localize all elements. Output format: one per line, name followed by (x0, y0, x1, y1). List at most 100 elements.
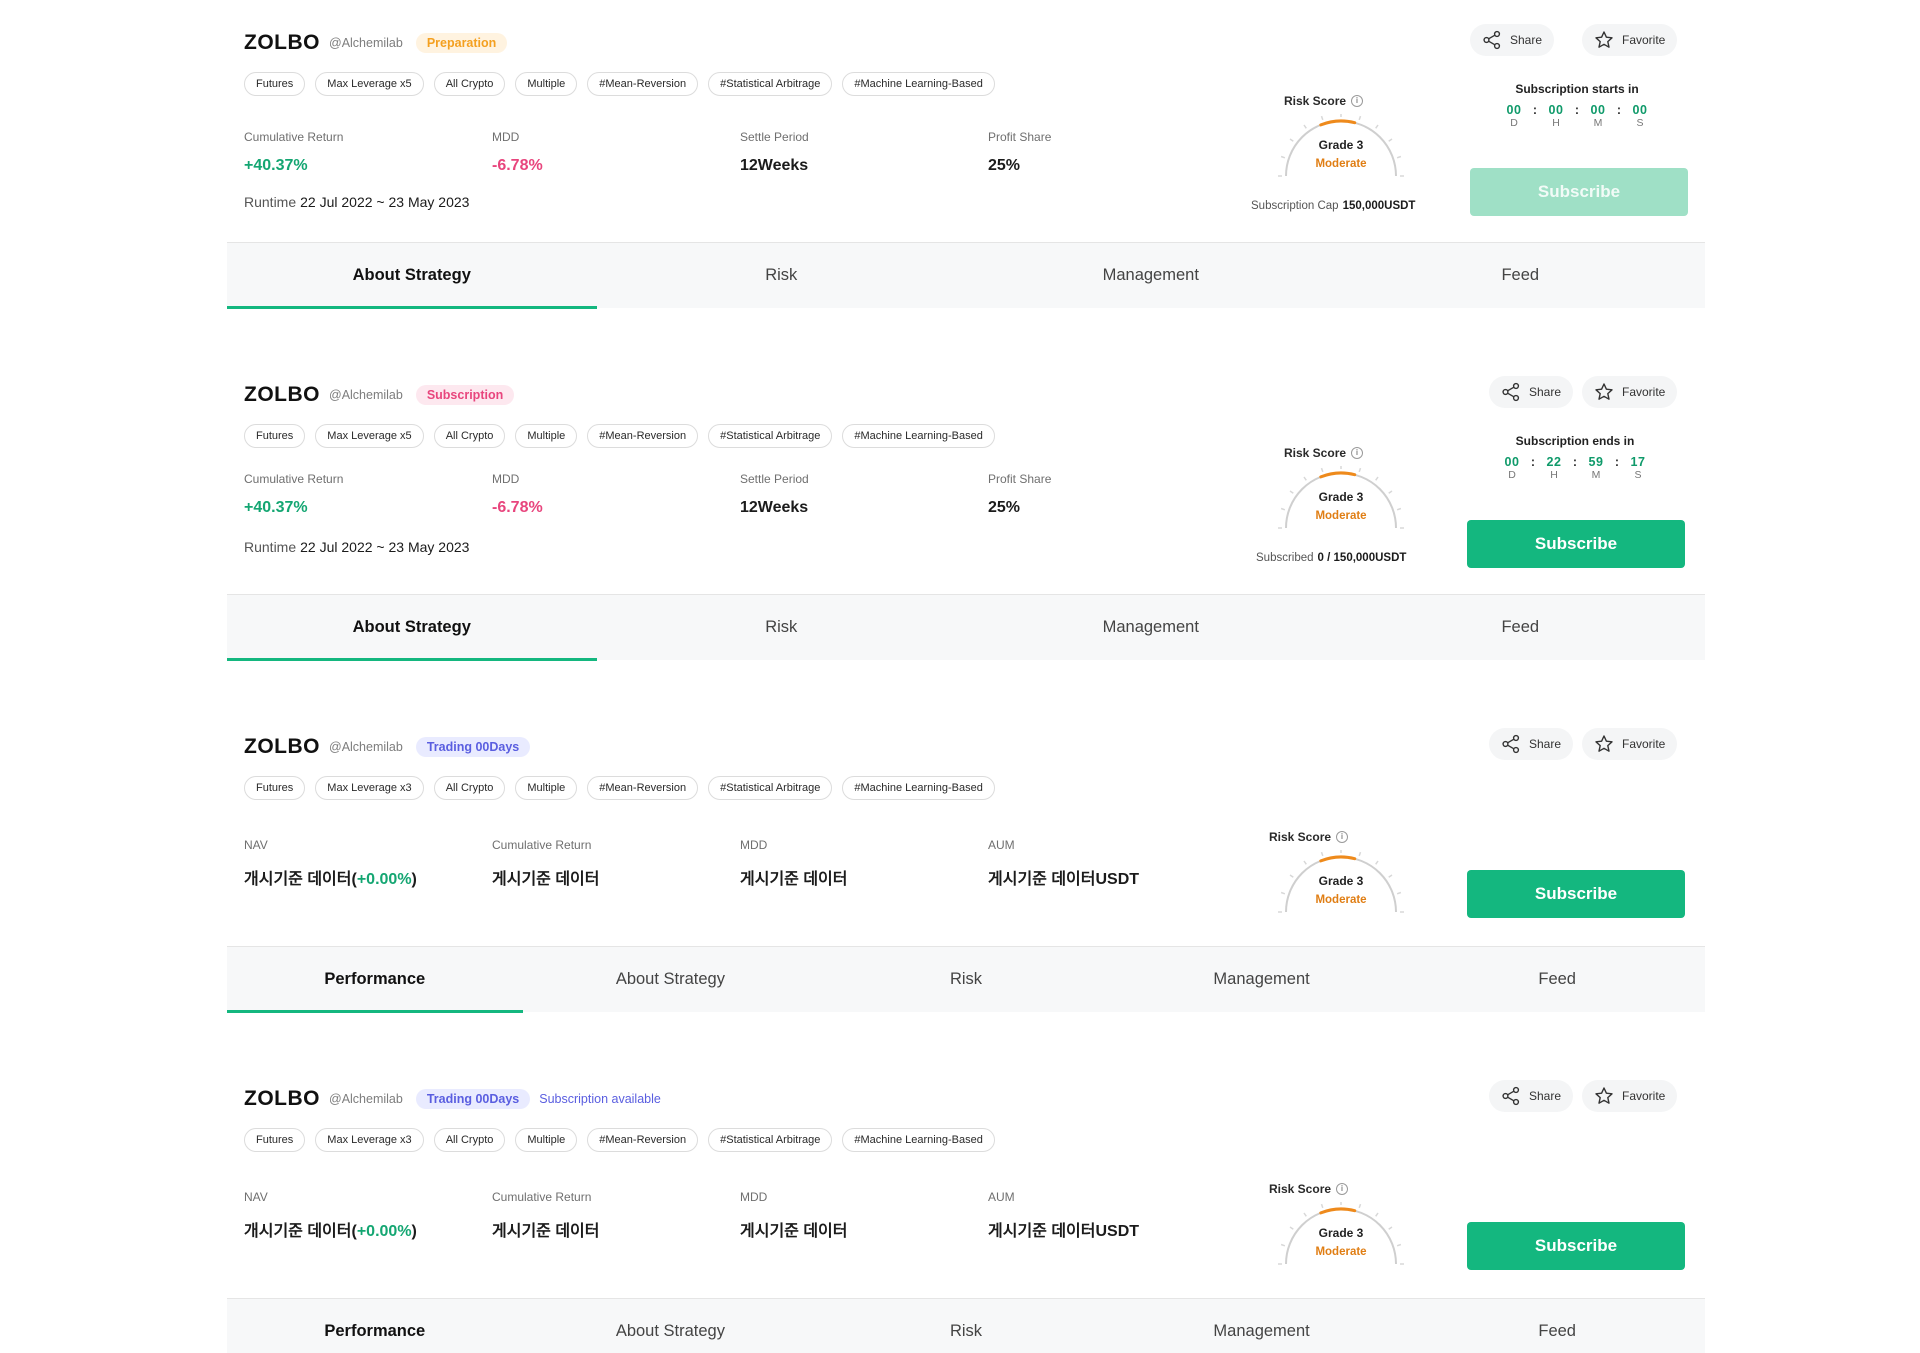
share-button[interactable]: Share (1489, 728, 1574, 760)
countdown-separator: : (1532, 103, 1538, 117)
tag-chip: Futures (244, 72, 306, 96)
metric-value: -6.78% (492, 499, 543, 517)
countdown-unit: 00 D (1499, 455, 1525, 481)
metric-value-text: 개시기준 데이터( (244, 1223, 357, 1240)
tag-chip: #Mean-Reversion (587, 1128, 699, 1152)
strategy-card: ZOLBO @Alchemilab Trading 00Days Subscripti… (0, 1056, 1920, 1353)
tab-risk[interactable]: Risk (818, 947, 1114, 1012)
countdown-number: 59 (1588, 455, 1604, 469)
strategy-card: ZOLBO @Alchemilab Subscription Futures Max L… (0, 352, 1920, 692)
metric-settle-period: Settle Period 12Weeks (740, 472, 809, 517)
metric-mdd: MDD 게시기준 데이터 (740, 1190, 848, 1241)
metric-value-text: 게시기준 데이터 (740, 1223, 848, 1240)
strategy-name: ZOLBO (244, 735, 320, 758)
tag-chip: All Crypto (433, 1128, 506, 1152)
countdown-unit: 00 H (1543, 103, 1569, 129)
tab-performance[interactable]: Performance (227, 947, 523, 1013)
tag-chip: Futures (244, 776, 306, 800)
tag-chip: #Machine Learning-Based (842, 776, 995, 800)
metric-value-text: +40.37% (244, 499, 308, 516)
author-handle[interactable]: @Alchemilab (329, 740, 403, 754)
tab-about-strategy[interactable]: About Strategy (523, 947, 819, 1012)
metric-value: 개시기준 데이터(+0.00%) (244, 1217, 417, 1241)
tab-about-strategy[interactable]: About Strategy (227, 243, 597, 309)
tab-management[interactable]: Management (966, 243, 1336, 308)
info-icon[interactable]: i (1351, 447, 1364, 459)
tag-chip: Multiple (515, 72, 578, 96)
countdown-unit-label: D (1510, 117, 1518, 129)
subscribe-button[interactable]: Subscribe (1467, 520, 1685, 568)
status-badge: Trading 00Days (415, 737, 531, 757)
countdown-row: 00 D:00 H:00 M:00 S (1467, 103, 1687, 129)
tab-performance[interactable]: Performance (227, 1299, 523, 1353)
favorite-button[interactable]: Favorite (1582, 728, 1678, 760)
card-header: ZOLBO @Alchemilab Preparation (244, 30, 508, 56)
favorite-button[interactable]: Favorite (1582, 1080, 1678, 1112)
metric-cumulative-return: Cumulative Return +40.37% (244, 472, 343, 517)
strategy-name: ZOLBO (244, 31, 320, 54)
runtime-label: Runtime (244, 539, 297, 555)
tag-chip: #Mean-Reversion (587, 72, 699, 96)
metric-value: +40.37% (244, 499, 343, 517)
metric-value-text: 게시기준 데이터 (492, 1223, 600, 1240)
favorite-button[interactable]: Favorite (1582, 24, 1678, 56)
countdown-number: 00 (1506, 103, 1522, 117)
tab-management[interactable]: Management (966, 595, 1336, 660)
author-handle[interactable]: @Alchemilab (329, 36, 403, 50)
tag-chip: Futures (244, 424, 306, 448)
tab-risk[interactable]: Risk (597, 243, 967, 308)
share-button[interactable]: Share (1489, 376, 1574, 408)
tag-chip: All Crypto (433, 776, 506, 800)
tag-chip: Max Leverage x3 (315, 776, 424, 800)
tab-management[interactable]: Management (1114, 947, 1410, 1012)
metric-label: Profit Share (988, 130, 1052, 144)
strategy-name: ZOLBO (244, 383, 320, 406)
info-icon[interactable]: i (1351, 95, 1364, 107)
tab-feed[interactable]: Feed (1336, 243, 1706, 308)
share-button[interactable]: Share (1489, 1080, 1574, 1112)
tab-risk[interactable]: Risk (818, 1299, 1114, 1353)
metric-label: Cumulative Return (492, 838, 592, 852)
share-button[interactable]: Share (1470, 24, 1555, 56)
metric-value-tail: ) (411, 1223, 417, 1240)
risk-gauge: Grade 3 Moderate (1278, 466, 1404, 536)
tag-chip: Max Leverage x5 (315, 72, 424, 96)
favorite-label: Favorite (1622, 385, 1666, 399)
tab-feed[interactable]: Feed (1409, 947, 1705, 1012)
metric-nav: NAV 개시기준 데이터(+0.00%) (244, 1190, 417, 1241)
metric-value: 게시기준 데이터USDT (988, 865, 1139, 889)
author-handle[interactable]: @Alchemilab (329, 388, 403, 402)
favorite-button[interactable]: Favorite (1582, 376, 1678, 408)
countdown-row: 00 D:22 H:59 M:17 S (1465, 455, 1685, 481)
tab-risk[interactable]: Risk (597, 595, 967, 660)
author-handle[interactable]: @Alchemilab (329, 1092, 403, 1106)
tab-feed[interactable]: Feed (1336, 595, 1706, 660)
metric-value-change: +0.00% (356, 1223, 412, 1240)
share-label: Share (1529, 385, 1562, 399)
tab-about-strategy[interactable]: About Strategy (227, 595, 597, 661)
countdown-separator: : (1614, 455, 1620, 469)
subscription-cap: Subscribed 0 / 150,000USDT (1256, 552, 1406, 564)
risk-level: Moderate (1315, 158, 1367, 170)
risk-score-title: Risk Score i (1284, 446, 1364, 460)
risk-grade: Grade 3 (1318, 138, 1364, 152)
risk-score-label: Risk Score (1284, 446, 1347, 460)
tab-management[interactable]: Management (1114, 1299, 1410, 1353)
subscribe-button[interactable]: Subscribe (1467, 870, 1685, 918)
metric-value: 게시기준 데이터 (740, 865, 848, 889)
metric-settle-period: Settle Period 12Weeks (740, 130, 809, 175)
risk-gauge: Grade 3 Moderate (1278, 850, 1404, 920)
strategy-card: ZOLBO @Alchemilab Trading 00Days Futures Max… (0, 704, 1920, 1044)
tag-chip: Multiple (515, 424, 578, 448)
subscribe-button[interactable]: Subscribe (1467, 1222, 1685, 1270)
tag-chip: Max Leverage x3 (315, 1128, 424, 1152)
info-icon[interactable]: i (1336, 831, 1349, 843)
risk-score-title: Risk Score i (1269, 1182, 1349, 1196)
subscription-available-label: Subscription available (539, 1092, 661, 1106)
info-icon[interactable]: i (1336, 1183, 1349, 1195)
tab-feed[interactable]: Feed (1409, 1299, 1705, 1353)
metric-value-text: 게시기준 데이터 (740, 871, 848, 888)
card-header: ZOLBO @Alchemilab Subscription (244, 382, 515, 408)
tab-about-strategy[interactable]: About Strategy (523, 1299, 819, 1353)
risk-grade: Grade 3 (1318, 874, 1364, 888)
